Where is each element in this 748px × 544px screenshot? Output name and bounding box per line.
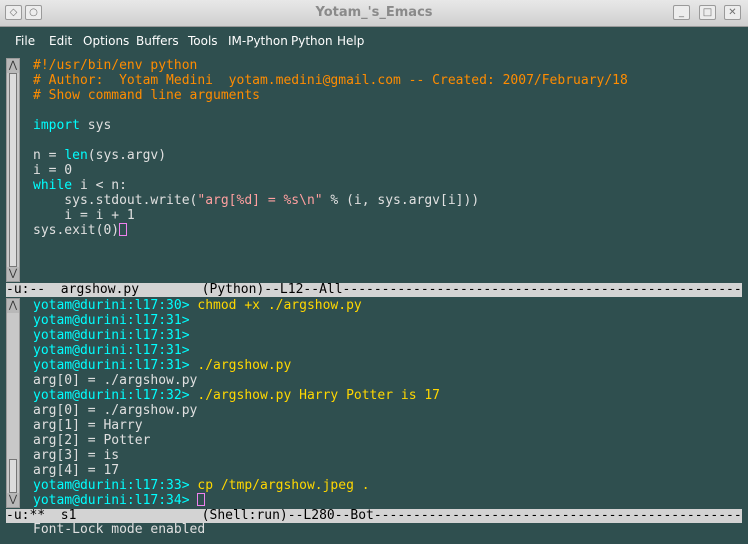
window-titlebar: ◇ ○ Yotam_'s_Emacs _ □ ✕ xyxy=(0,0,748,27)
editor-token-plain: i = 0 xyxy=(33,163,73,178)
shell-scrollbar[interactable]: ⋀ ⋁ xyxy=(6,298,20,508)
editor-token-keyword: import xyxy=(33,118,80,133)
shell-token-out: arg[1] = Harry xyxy=(33,418,143,433)
editor-token-plain: % (i, sys.argv[i])) xyxy=(322,193,480,208)
editor-token-keyword: while xyxy=(33,178,73,193)
editor-token-comment: # Author: Yotam Medini yotam.medini@gmai… xyxy=(33,73,628,88)
shell-line: yotam@durini:l17:31> xyxy=(33,328,742,343)
text-cursor xyxy=(197,493,206,506)
shell-pane[interactable]: yotam@durini:l17:30> chmod +x ./argshow.… xyxy=(33,298,742,508)
shell-token-out: arg[0] = ./argshow.py xyxy=(33,403,198,418)
editor-line: n = len(sys.argv) xyxy=(33,148,742,163)
shell-line: yotam@durini:l17:34> xyxy=(33,493,742,508)
menu-im-python[interactable]: IM-Python xyxy=(228,34,288,48)
shell-token-cmd: ./argshow.py Harry Potter is 17 xyxy=(189,388,440,403)
editor-token-plain: sys xyxy=(79,118,112,133)
shell-line: yotam@durini:l17:32> ./argshow.py Harry … xyxy=(33,388,742,403)
shell-token-out: arg[4] = 17 xyxy=(33,463,120,478)
maximize-button[interactable]: □ xyxy=(699,5,716,20)
editor-line: #!/usr/bin/env python xyxy=(33,58,742,73)
menu-buffers[interactable]: Buffers xyxy=(136,34,179,48)
editor-line: while i < n: xyxy=(33,178,742,193)
scroll-up-icon[interactable]: ⋀ xyxy=(7,59,19,73)
shell-token-cmd: ./argshow.py xyxy=(189,358,292,373)
menu-python[interactable]: Python xyxy=(291,34,333,48)
shell-line: arg[0] = ./argshow.py xyxy=(33,373,742,388)
editor-token-plain: sys.exit(0) xyxy=(33,223,120,238)
editor-scrollbar-thumb[interactable] xyxy=(9,73,17,267)
shell-line: yotam@durini:l17:33> cp /tmp/argshow.jpe… xyxy=(33,478,742,493)
shell-line: arg[1] = Harry xyxy=(33,418,742,433)
editor-line: # Author: Yotam Medini yotam.medini@gmai… xyxy=(33,73,742,88)
shell-token-out: arg[3] = is xyxy=(33,448,120,463)
menu-file[interactable]: File xyxy=(15,34,35,48)
editor-line: sys.stdout.write("arg[%d] = %s\n" % (i, … xyxy=(33,193,742,208)
editor-token-builtin: len xyxy=(64,148,88,163)
menu-tools[interactable]: Tools xyxy=(188,34,218,48)
menu-help[interactable]: Help xyxy=(337,34,364,48)
shell-line: arg[3] = is xyxy=(33,448,742,463)
text-cursor xyxy=(119,223,128,236)
shell-token-prompt: yotam@durini:l17:31> xyxy=(33,313,190,328)
editor-pane[interactable]: #!/usr/bin/env python # Author: Yotam Med… xyxy=(33,58,742,238)
minibuffer-message: Font-Lock mode enabled xyxy=(33,522,206,537)
scroll-up-icon[interactable]: ⋀ xyxy=(7,299,19,313)
shell-line: yotam@durini:l17:31> xyxy=(33,313,742,328)
scroll-down-icon[interactable]: ⋁ xyxy=(7,267,19,281)
shell-token-prompt: yotam@durini:l17:33> xyxy=(33,478,190,493)
editor-token-comment: # Show command line arguments xyxy=(33,88,260,103)
close-button[interactable]: ✕ xyxy=(724,5,741,20)
shell-line: arg[4] = 17 xyxy=(33,463,742,478)
editor-line: import sys xyxy=(33,118,742,133)
window-title: Yotam_'s_Emacs xyxy=(315,5,433,20)
editor-line: # Show command line arguments xyxy=(33,88,742,103)
shell-scrollbar-thumb[interactable] xyxy=(9,459,17,493)
shell-token-cmd: cp /tmp/argshow.jpeg . xyxy=(189,478,370,493)
shell-token-prompt: yotam@durini:l17:31> xyxy=(33,343,190,358)
editor-modeline: -u:-- argshow.py (Python)--L12--All-----… xyxy=(6,283,742,297)
shell-token-prompt: yotam@durini:l17:30> xyxy=(33,298,190,313)
editor-line: i = i + 1 xyxy=(33,208,742,223)
shell-token-prompt: yotam@durini:l17:31> xyxy=(33,328,190,343)
editor-token-plain: (sys.argv) xyxy=(87,148,167,163)
editor-token-plain: n = xyxy=(33,148,65,163)
editor-line: i = 0 xyxy=(33,163,742,178)
shell-line: arg[2] = Potter xyxy=(33,433,742,448)
menu-edit[interactable]: Edit xyxy=(49,34,72,48)
shell-token-cmd: chmod +x ./argshow.py xyxy=(189,298,362,313)
editor-line: sys.exit(0) xyxy=(33,223,742,238)
shell-token-prompt: yotam@durini:l17:34> xyxy=(33,493,190,508)
shell-token-prompt: yotam@durini:l17:31> xyxy=(33,358,190,373)
shell-modeline: -u:** s1 (Shell:run)--L280--Bot---------… xyxy=(6,509,742,523)
shell-token-plain xyxy=(190,493,198,508)
minimize-button[interactable]: _ xyxy=(673,5,690,20)
editor-scrollbar[interactable]: ⋀ ⋁ xyxy=(6,58,20,282)
menu-options[interactable]: Options xyxy=(83,34,129,48)
shell-line: yotam@durini:l17:30> chmod +x ./argshow.… xyxy=(33,298,742,313)
shell-line: yotam@durini:l17:31> xyxy=(33,343,742,358)
editor-token-string: "arg[%d] = %s\n" xyxy=(197,193,323,208)
shell-token-out: arg[2] = Potter xyxy=(33,433,151,448)
editor-token-plain: i = i + 1 xyxy=(33,208,135,223)
scroll-down-icon[interactable]: ⋁ xyxy=(7,493,19,507)
shell-token-prompt: yotam@durini:l17:32> xyxy=(33,388,190,403)
shell-line: arg[0] = ./argshow.py xyxy=(33,403,742,418)
shell-token-out: arg[0] = ./argshow.py xyxy=(33,373,198,388)
editor-token-comment: #!/usr/bin/env python xyxy=(33,58,198,73)
shell-line: yotam@durini:l17:31> ./argshow.py xyxy=(33,358,742,373)
editor-token-plain: sys.stdout.write( xyxy=(33,193,198,208)
menu-bar: File Edit Options Buffers Tools IM-Pytho… xyxy=(0,27,748,54)
editor-token-plain: i < n: xyxy=(72,178,127,193)
